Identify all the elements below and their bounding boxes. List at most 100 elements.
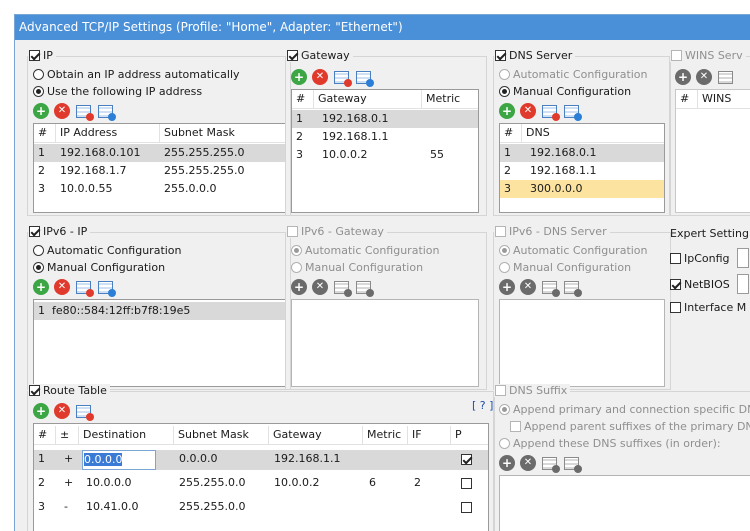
table-row[interactable]: 2 192.168.1.1 [500, 162, 664, 180]
ipv6-dns-delete-button[interactable]: ✕ [520, 279, 536, 295]
ipconfig-option[interactable]: IpConfig [670, 248, 749, 268]
ipv6-dns-manual-radio[interactable]: Manual Configuration [499, 261, 631, 274]
ipconfig-checkbox[interactable] [670, 252, 681, 264]
dns-manual-radio[interactable]: Manual Configuration [499, 85, 631, 98]
table-row[interactable]: 1 + 0.0.0.0 0.0.0.0 192.168.1.1 [34, 450, 488, 470]
dns-suffix-checkbox[interactable] [495, 385, 506, 396]
ip-group: IP Obtain an IP address automatically Us… [27, 49, 291, 216]
route-add-button[interactable]: + [33, 403, 49, 419]
dns-suffix-parent-checkbox[interactable] [510, 421, 521, 432]
ip-group-label: IP [43, 49, 53, 62]
dns-table: # DNS 1 192.168.0.1 2 192.168.1.1 3 300.… [499, 123, 665, 213]
route-delete-button[interactable]: ✕ [54, 403, 70, 419]
ipv6-ip-group: IPv6 - IP Automatic Configuration Manual… [27, 225, 291, 390]
table-row[interactable]: 3 10.0.0.2 55 [292, 146, 478, 164]
ipv6-dns-checkbox[interactable] [495, 226, 506, 237]
gateway-grid-delete-icon[interactable] [333, 70, 352, 87]
dns-auto-radio[interactable]: Automatic Configuration [499, 68, 648, 81]
ipv6-dns-auto-radio[interactable]: Automatic Configuration [499, 244, 648, 257]
table-row-invalid[interactable]: 3 300.0.0.0 [500, 180, 664, 198]
gateway-group-label: Gateway [301, 49, 350, 62]
dns-suffix-delete-button[interactable]: ✕ [520, 455, 536, 471]
dns-suffix-group-label: DNS Suffix [509, 384, 568, 397]
netbios-checkbox[interactable] [670, 278, 681, 290]
ipv6-auto-radio[interactable]: Automatic Configuration [33, 244, 182, 257]
gateway-delete-button[interactable]: ✕ [312, 69, 328, 85]
dns-server-group: DNS Server Automatic Configuration Manua… [493, 49, 671, 216]
dns-suffix-parent-checkbox-row[interactable]: Append parent suffixes of the primary DN… [510, 420, 750, 433]
dns-add-button[interactable]: + [499, 103, 515, 119]
ipv6-grid-delete-icon[interactable] [75, 280, 94, 297]
ipv6-gateway-table [291, 299, 479, 387]
dns-suffix-primary-radio[interactable]: Append primary and connection specific D… [499, 403, 750, 416]
ipv6-ip-checkbox[interactable] [29, 226, 40, 237]
route-row-3-persistent-checkbox[interactable] [461, 502, 472, 513]
ip-grid-edit-icon[interactable] [97, 104, 116, 121]
wins-server-checkbox[interactable] [671, 50, 682, 61]
gateway-checkbox[interactable] [287, 50, 298, 61]
ipv6-table: 1 fe80::584:12ff:b7f8:19e5 [33, 299, 286, 387]
dns-suffix-add-button[interactable]: + [499, 455, 515, 471]
route-row-1-persistent-checkbox[interactable] [461, 454, 472, 465]
interface-metric-option[interactable]: Interface M [670, 301, 746, 314]
ipv6-manual-radio[interactable]: Manual Configuration [33, 261, 165, 274]
gateway-add-button[interactable]: + [291, 69, 307, 85]
table-row[interactable]: 1 192.168.0.1 [292, 110, 478, 128]
table-row[interactable]: 2 192.168.1.7 255.255.255.0 [34, 162, 285, 180]
expert-settings-group: Expert Setting IpConfig NetBIOS Interfac… [669, 227, 750, 390]
ipv6-delete-button[interactable]: ✕ [54, 279, 70, 295]
route-table-checkbox[interactable] [29, 385, 40, 396]
dns-suffix-grid-edit-icon[interactable] [563, 456, 582, 473]
dns-suffix-custom-radio[interactable]: Append these DNS suffixes (in order): [499, 437, 721, 450]
ipv6-grid-edit-icon[interactable] [97, 280, 116, 297]
table-row[interactable]: 2 192.168.1.1 [292, 128, 478, 146]
ipv6-gateway-auto-radio[interactable]: Automatic Configuration [291, 244, 440, 257]
ipv6-gateway-add-button[interactable]: + [291, 279, 307, 295]
ip-manual-radio[interactable]: Use the following IP address [33, 85, 202, 98]
netbios-field[interactable] [736, 274, 749, 294]
ipv6-gateway-checkbox[interactable] [287, 226, 298, 237]
netbios-option[interactable]: NetBIOS [670, 274, 749, 294]
ip-delete-button[interactable]: ✕ [54, 103, 70, 119]
dns-suffix-grid-delete-icon[interactable] [541, 456, 560, 473]
ipv6-ip-group-label: IPv6 - IP [43, 225, 88, 238]
destination-edit-input[interactable]: 0.0.0.0 [82, 450, 156, 470]
dns-grid-edit-icon[interactable] [563, 104, 582, 121]
ipv6-add-button[interactable]: + [33, 279, 49, 295]
ip-add-button[interactable]: + [33, 103, 49, 119]
window-title: Advanced TCP/IP Settings (Profile: "Home… [15, 15, 750, 40]
ip-grid-delete-icon[interactable] [75, 104, 94, 121]
table-row[interactable]: 2 + 10.0.0.0 255.255.0.0 10.0.0.2 6 2 [34, 474, 488, 494]
table-row[interactable]: 1 192.168.0.1 [500, 144, 664, 162]
ipv6-dns-grid-edit-icon[interactable] [563, 280, 582, 297]
wins-add-button[interactable]: + [675, 69, 691, 85]
table-row[interactable]: 1 192.168.0.101 255.255.255.0 [34, 144, 285, 162]
route-help-link[interactable]: [ ? ] [472, 399, 493, 412]
gateway-group: Gateway + ✕ # Gateway Metric 1 192.168.0… [285, 49, 487, 216]
ip-auto-radio[interactable]: Obtain an IP address automatically [33, 68, 240, 81]
ip-checkbox[interactable] [29, 50, 40, 61]
ipv6-gateway-delete-button[interactable]: ✕ [312, 279, 328, 295]
ipv6-gateway-grid-delete-icon[interactable] [333, 280, 352, 297]
interface-metric-checkbox[interactable] [670, 302, 681, 313]
table-row[interactable]: 3 - 10.41.0.0 255.255.0.0 [34, 498, 488, 518]
ipv6-gateway-group-label: IPv6 - Gateway [301, 225, 384, 238]
route-row-2-persistent-checkbox[interactable] [461, 478, 472, 489]
dns-server-checkbox[interactable] [495, 50, 506, 61]
route-grid-delete-icon[interactable] [75, 404, 94, 421]
table-row[interactable]: 3 10.0.0.55 255.0.0.0 [34, 180, 285, 198]
dns-suffix-table [499, 475, 750, 531]
ipv6-gateway-manual-radio[interactable]: Manual Configuration [291, 261, 423, 274]
gateway-grid-edit-icon[interactable] [355, 70, 374, 87]
ipv6-dns-group-label: IPv6 - DNS Server [509, 225, 607, 238]
ipconfig-field[interactable] [736, 248, 749, 268]
wins-grid-icon[interactable] [717, 70, 734, 85]
dns-grid-delete-icon[interactable] [541, 104, 560, 121]
dns-suffix-group: DNS Suffix Append primary and connection… [493, 384, 750, 531]
table-row[interactable]: 1 fe80::584:12ff:b7f8:19e5 [34, 302, 285, 320]
ipv6-gateway-grid-edit-icon[interactable] [355, 280, 374, 297]
wins-delete-button[interactable]: ✕ [696, 69, 712, 85]
ipv6-dns-add-button[interactable]: + [499, 279, 515, 295]
ipv6-dns-grid-delete-icon[interactable] [541, 280, 560, 297]
dns-delete-button[interactable]: ✕ [520, 103, 536, 119]
